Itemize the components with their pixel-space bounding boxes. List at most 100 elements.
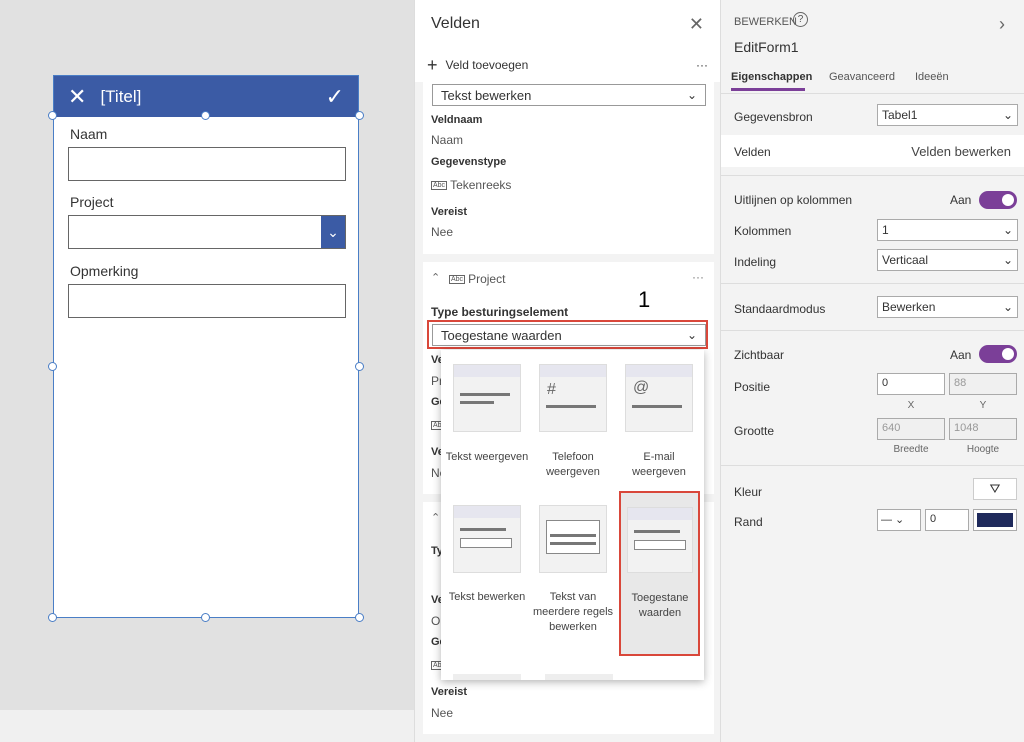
field-name-value: Naam [431, 133, 464, 147]
resize-handle[interactable] [355, 111, 364, 120]
border-width-input[interactable]: 0 [925, 509, 969, 531]
tile-text-display[interactable] [453, 364, 521, 432]
canvas-footer [0, 710, 414, 742]
annotation-1: 1 [638, 287, 651, 312]
tile-label: Telefoon weergeven [546, 451, 600, 478]
field-card-title: Abc Project [449, 272, 505, 286]
columns-value: 1 [882, 223, 889, 237]
field-label-project: Project [70, 194, 114, 210]
more-icon[interactable]: ··· [696, 58, 708, 72]
text-type-icon: Abc [449, 275, 466, 285]
tile-text-edit[interactable] [453, 505, 521, 573]
fields-panel-title: Velden [431, 15, 480, 32]
tile-email-display[interactable]: @ [625, 364, 693, 432]
position-x-input[interactable]: 0 [877, 373, 945, 395]
default-mode-value: Bewerken [882, 300, 936, 314]
hash-icon: # [547, 381, 556, 398]
edit-form[interactable]: ✕ [Titel] ✓ Naam Project ⌄ Opmerking [53, 75, 359, 618]
resize-handle[interactable] [201, 613, 210, 622]
required-label: Vereist [431, 686, 468, 698]
edit-fields-link[interactable]: Velden bewerken [911, 144, 1011, 159]
resize-handle[interactable] [48, 111, 57, 120]
default-mode-select[interactable]: Bewerken ⌄ [877, 296, 1018, 318]
data-type-text: Tekenreeks [450, 178, 512, 192]
tile-phone-display[interactable]: # [539, 364, 607, 432]
naam-input[interactable] [68, 147, 346, 181]
opmerking-input[interactable] [68, 284, 346, 318]
datasource-select[interactable]: Tabel1 ⌄ [877, 104, 1018, 126]
field-label-naam: Naam [70, 126, 108, 142]
tile-allowed-values[interactable]: Toegestane waarden [619, 491, 700, 656]
fields-panel-header: Velden ✕ [415, 0, 720, 48]
resize-handle[interactable] [48, 613, 57, 622]
field-label-opmerking: Opmerking [70, 263, 139, 279]
resize-handle[interactable] [355, 613, 364, 622]
size-label: Grootte [734, 424, 775, 438]
chevron-down-icon: ⌄ [686, 88, 697, 102]
tab-geavanceerd[interactable]: Geavanceerd [829, 71, 895, 83]
width-label: Breedte [893, 444, 929, 455]
tile-label: Tekst van meerdere regels bewerken [532, 591, 614, 633]
resize-handle[interactable] [48, 362, 57, 371]
chevron-up-icon[interactable]: ⌃ [431, 271, 440, 284]
color-label: Kleur [734, 485, 763, 499]
chevron-right-icon[interactable]: › [999, 14, 1005, 35]
border-style-select[interactable]: — ⌄ [877, 509, 921, 531]
columns-label: Kolommen [734, 224, 792, 238]
tile-label: E-mail weergeven [632, 451, 686, 478]
tab-ideeen[interactable]: Ideeën [915, 71, 949, 83]
more-icon[interactable]: ··· [692, 270, 704, 284]
data-type-value: Abc Tekenreeks [431, 178, 511, 192]
project-dropdown[interactable]: ⌄ [68, 215, 346, 249]
x-label: X [907, 400, 915, 411]
resize-handle[interactable] [201, 111, 210, 120]
close-icon[interactable]: ✕ [68, 84, 86, 110]
chevron-down-icon[interactable]: ⌄ [321, 216, 345, 248]
columns-select[interactable]: 1 ⌄ [877, 219, 1018, 241]
tile-multiline-edit[interactable] [539, 505, 607, 573]
visible-label: Zichtbaar [734, 348, 785, 362]
field-name-label: Veldnaam [431, 114, 483, 126]
tab-eigenschappen[interactable]: Eigenschappen [731, 71, 812, 83]
height-input[interactable]: 1048 [949, 418, 1017, 440]
fill-color-icon[interactable]: ⛛ [973, 478, 1017, 500]
help-icon[interactable]: ? [793, 12, 808, 27]
width-input[interactable]: 640 [877, 418, 945, 440]
fields-row: Velden Velden bewerken [721, 135, 1024, 167]
visible-value: Aan [950, 348, 972, 362]
text-type-icon: Abc [431, 181, 448, 191]
tile-label: Toegestane waarden [631, 592, 689, 619]
chevron-down-icon: ⌄ [1002, 223, 1013, 237]
field-card-name: Project [468, 272, 506, 286]
control-type-value: Tekst bewerken [441, 87, 532, 103]
at-icon: @ [633, 379, 650, 396]
visible-toggle[interactable] [979, 345, 1017, 363]
datasource-value: Tabel1 [882, 108, 918, 122]
layout-label: Indeling [734, 255, 777, 269]
position-y-input[interactable]: 88 [949, 373, 1017, 395]
chevron-down-icon: ⌄ [1002, 300, 1013, 314]
active-tab-indicator [731, 88, 805, 91]
snap-label: Uitlijnen op kolommen [734, 193, 853, 207]
add-field-button[interactable]: + Veld toevoegen ··· [415, 48, 720, 82]
layout-select[interactable]: Verticaal ⌄ [877, 249, 1018, 271]
layout-value: Verticaal [882, 253, 929, 267]
control-type-select[interactable]: Tekst bewerken ⌄ [432, 84, 706, 106]
chevron-down-icon: ⌄ [1002, 253, 1013, 267]
section-label: BEWERKEN [734, 16, 797, 28]
close-icon[interactable]: ✕ [689, 14, 704, 35]
resize-handle[interactable] [355, 362, 364, 371]
y-label: Y [979, 400, 987, 411]
border-label: Rand [734, 515, 763, 529]
properties-panel: BEWERKEN ? › EditForm1 Eigenschappen Gea… [720, 0, 1024, 742]
data-type-label: Gegevenstype [431, 156, 507, 168]
add-field-label: Veld toevoegen [445, 58, 529, 72]
required-value: Nee [431, 225, 454, 239]
fields-label: Velden [734, 145, 771, 159]
field-card-naam: Tekst bewerken ⌄ Veldnaam Naam Gegevenst… [423, 82, 714, 254]
tile-label: Tekst weergeven [445, 451, 529, 463]
chevron-up-icon[interactable]: ⌃ [431, 511, 440, 524]
border-color-picker[interactable] [973, 509, 1017, 531]
check-icon[interactable]: ✓ [326, 84, 344, 110]
snap-toggle[interactable] [979, 191, 1017, 209]
